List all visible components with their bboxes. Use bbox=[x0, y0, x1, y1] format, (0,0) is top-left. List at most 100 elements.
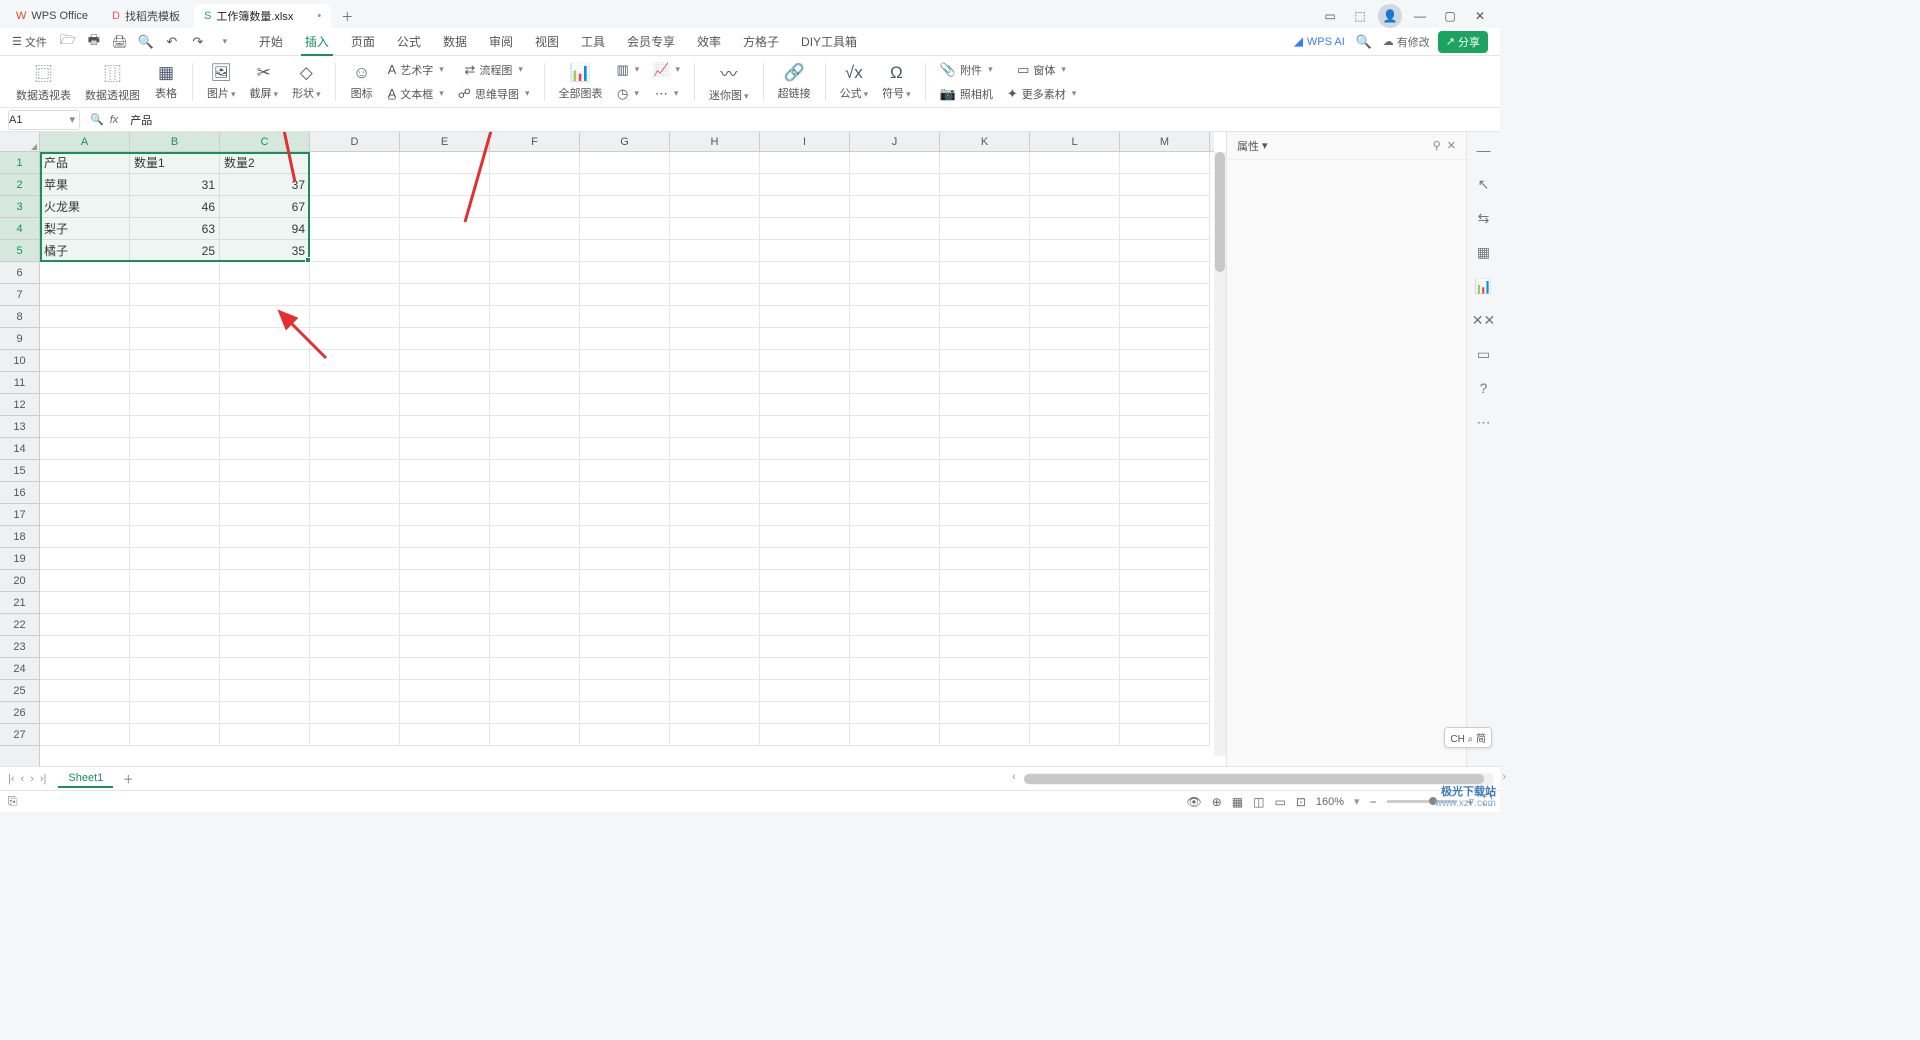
cell[interactable] bbox=[40, 570, 130, 592]
cell[interactable] bbox=[400, 284, 490, 306]
row-header[interactable]: 12 bbox=[0, 394, 39, 416]
redo-icon[interactable]: ↷ bbox=[187, 31, 209, 53]
cell[interactable] bbox=[310, 702, 400, 724]
column-header[interactable]: L bbox=[1030, 132, 1120, 151]
spreadsheet-grid[interactable]: ◢ ABCDEFGHIJKLM 123456789101112131415161… bbox=[0, 132, 1226, 766]
icons-button[interactable]: ☺图标 bbox=[344, 58, 380, 106]
more-material-button[interactable]: ✦更多素材 bbox=[1001, 83, 1082, 105]
cell[interactable] bbox=[130, 394, 220, 416]
cell[interactable] bbox=[1030, 614, 1120, 636]
cell[interactable] bbox=[670, 636, 760, 658]
cell[interactable] bbox=[1120, 548, 1210, 570]
cell[interactable] bbox=[220, 460, 310, 482]
cell[interactable] bbox=[490, 218, 580, 240]
cell[interactable] bbox=[670, 328, 760, 350]
cell[interactable] bbox=[580, 636, 670, 658]
sheet-first-icon[interactable]: |‹ bbox=[6, 773, 17, 785]
cell[interactable] bbox=[40, 724, 130, 746]
cell[interactable] bbox=[490, 548, 580, 570]
cell[interactable] bbox=[850, 548, 940, 570]
side-help-icon[interactable]: ? bbox=[1474, 378, 1494, 398]
cell[interactable] bbox=[580, 680, 670, 702]
cell[interactable] bbox=[490, 350, 580, 372]
fx-icon[interactable]: fx bbox=[110, 114, 119, 126]
cell[interactable] bbox=[1120, 614, 1210, 636]
cell[interactable] bbox=[130, 416, 220, 438]
flowchart-button[interactable]: ⇄流程图 bbox=[452, 59, 536, 81]
formula-button[interactable]: √x公式 bbox=[834, 58, 875, 106]
row-header[interactable]: 14 bbox=[0, 438, 39, 460]
cell[interactable] bbox=[850, 592, 940, 614]
row-header[interactable]: 11 bbox=[0, 372, 39, 394]
file-menu[interactable]: ☰ 文件 bbox=[6, 34, 53, 50]
cell[interactable] bbox=[40, 416, 130, 438]
all-charts-button[interactable]: 📊全部图表 bbox=[553, 58, 609, 106]
cell[interactable] bbox=[760, 152, 850, 174]
cell[interactable] bbox=[40, 460, 130, 482]
cell[interactable] bbox=[940, 702, 1030, 724]
cell[interactable] bbox=[760, 306, 850, 328]
cell[interactable] bbox=[670, 680, 760, 702]
cell[interactable]: 梨子 bbox=[40, 218, 130, 240]
column-header[interactable]: K bbox=[940, 132, 1030, 151]
row-header[interactable]: 26 bbox=[0, 702, 39, 724]
cell[interactable] bbox=[580, 152, 670, 174]
cell[interactable] bbox=[580, 218, 670, 240]
cell[interactable] bbox=[40, 394, 130, 416]
cell[interactable] bbox=[490, 526, 580, 548]
cell[interactable] bbox=[1030, 306, 1120, 328]
cell[interactable] bbox=[1120, 504, 1210, 526]
column-header[interactable]: D bbox=[310, 132, 400, 151]
cell[interactable] bbox=[1120, 328, 1210, 350]
cell[interactable] bbox=[310, 680, 400, 702]
cell[interactable] bbox=[670, 152, 760, 174]
cell[interactable] bbox=[580, 240, 670, 262]
cell[interactable] bbox=[580, 328, 670, 350]
cell[interactable] bbox=[130, 350, 220, 372]
cell[interactable] bbox=[220, 306, 310, 328]
row-header[interactable]: 2 bbox=[0, 174, 39, 196]
cube-icon[interactable]: ⬚ bbox=[1348, 4, 1372, 28]
cell[interactable] bbox=[760, 350, 850, 372]
cell[interactable] bbox=[1030, 240, 1120, 262]
cell[interactable] bbox=[220, 614, 310, 636]
title-tab-wps[interactable]: WWPS Office bbox=[6, 4, 98, 28]
cell[interactable] bbox=[670, 526, 760, 548]
row-header[interactable]: 27 bbox=[0, 724, 39, 746]
cell[interactable] bbox=[400, 636, 490, 658]
cell[interactable] bbox=[760, 416, 850, 438]
cell[interactable] bbox=[760, 636, 850, 658]
cell[interactable] bbox=[130, 680, 220, 702]
cell[interactable]: 产品 bbox=[40, 152, 130, 174]
cell[interactable] bbox=[400, 394, 490, 416]
cell[interactable] bbox=[220, 548, 310, 570]
cell[interactable] bbox=[580, 658, 670, 680]
cell[interactable] bbox=[1030, 504, 1120, 526]
row-header[interactable]: 8 bbox=[0, 306, 39, 328]
cell[interactable] bbox=[850, 460, 940, 482]
quick-more-icon[interactable] bbox=[213, 31, 235, 53]
cell[interactable] bbox=[1030, 460, 1120, 482]
cell[interactable] bbox=[1120, 174, 1210, 196]
add-sheet-button[interactable]: ＋ bbox=[119, 770, 137, 788]
cell[interactable]: 苹果 bbox=[40, 174, 130, 196]
cell[interactable] bbox=[1120, 218, 1210, 240]
cell[interactable]: 数量2 bbox=[220, 152, 310, 174]
cell[interactable] bbox=[490, 482, 580, 504]
sheet-next-icon[interactable]: › bbox=[28, 773, 36, 785]
cell[interactable] bbox=[40, 592, 130, 614]
cell[interactable] bbox=[850, 724, 940, 746]
row-header[interactable]: 6 bbox=[0, 262, 39, 284]
art-text-button[interactable]: A艺术字 bbox=[382, 59, 450, 81]
cell[interactable] bbox=[940, 350, 1030, 372]
window-form-button[interactable]: ▭窗体 bbox=[1001, 59, 1082, 81]
cell[interactable] bbox=[940, 570, 1030, 592]
column-header[interactable]: M bbox=[1120, 132, 1210, 151]
cell[interactable] bbox=[1030, 416, 1120, 438]
hyperlink-button[interactable]: 🔗超链接 bbox=[772, 58, 817, 106]
status-view2-icon[interactable]: ◫ bbox=[1253, 795, 1264, 809]
cell[interactable] bbox=[1120, 460, 1210, 482]
cell[interactable]: 35 bbox=[220, 240, 310, 262]
cell[interactable] bbox=[580, 306, 670, 328]
cell[interactable] bbox=[400, 416, 490, 438]
